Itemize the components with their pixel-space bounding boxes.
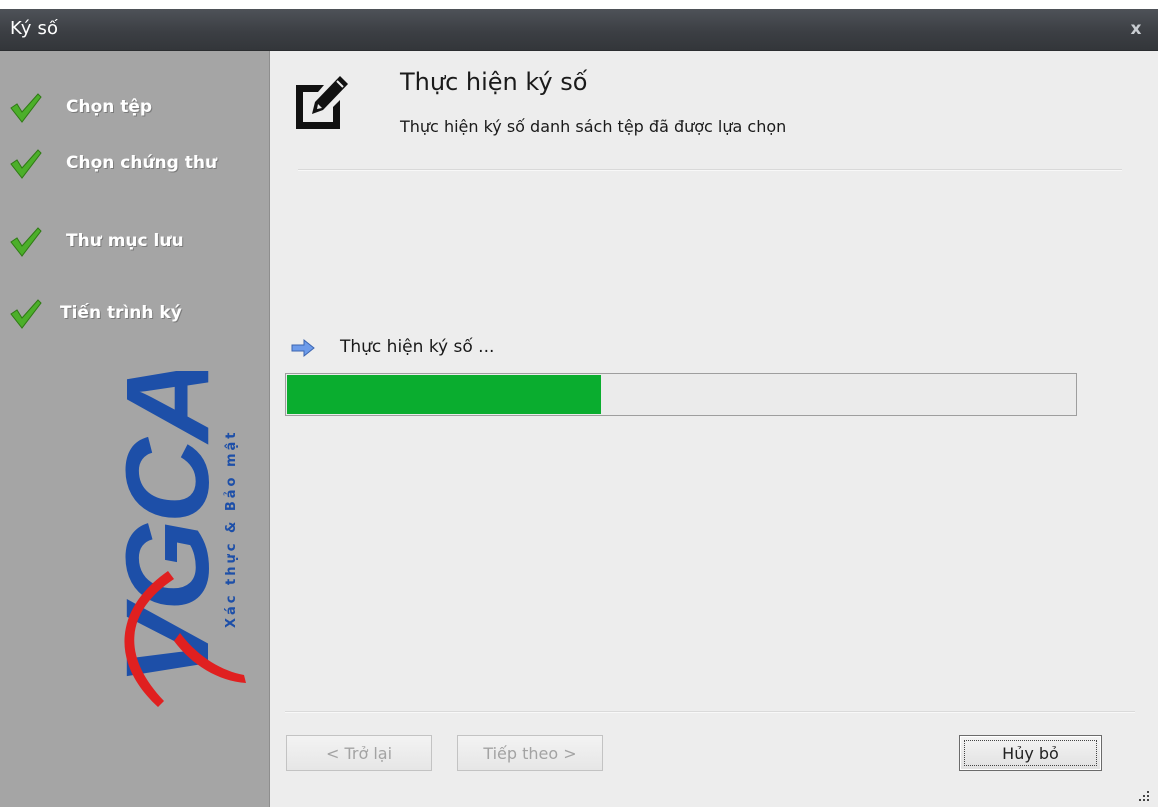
next-button[interactable]: Tiếp theo > [457, 735, 603, 771]
wizard-sidebar: Chọn tệp Chọn chứng thư Thư mục lưu Tiến… [0, 51, 270, 807]
cancel-button-label: Hủy bỏ [1002, 744, 1059, 763]
logo-tagline: Xác thực & Bảo mật [224, 429, 239, 628]
edit-icon [296, 76, 348, 129]
check-icon [10, 299, 42, 329]
step-label: Chọn chứng thư [66, 153, 218, 173]
step-label: Chọn tệp [66, 97, 153, 117]
progress-bar [285, 373, 1077, 416]
step-label: Tiến trình ký [60, 303, 182, 323]
check-icon [10, 149, 42, 179]
arrow-right-icon [291, 338, 315, 358]
vgca-logo: VGCA Xác thực & Bảo mật [118, 371, 246, 707]
window-title: Ký số [10, 18, 59, 39]
resize-grip-icon[interactable] [1136, 789, 1150, 803]
check-icon [10, 93, 42, 123]
cancel-button[interactable]: Hủy bỏ [959, 735, 1102, 771]
step-label: Thư mục lưu [66, 231, 184, 251]
back-button[interactable]: < Trở lại [286, 735, 432, 771]
header-divider [298, 169, 1122, 171]
close-button[interactable]: x [1126, 18, 1146, 40]
footer-divider [285, 711, 1135, 713]
status-text: Thực hiện ký số ... [340, 337, 495, 357]
page-title: Thực hiện ký số [400, 68, 588, 96]
page-subtitle: Thực hiện ký số danh sách tệp đã được lự… [400, 117, 787, 136]
check-icon [10, 227, 42, 257]
main-content: Thực hiện ký số Thực hiện ký số danh sác… [270, 51, 1158, 807]
title-bar[interactable]: Ký số x [0, 9, 1158, 51]
dialog-window: Ký số x Chọn tệp Chọn chứng thư Thư mục … [0, 9, 1158, 807]
progress-fill [287, 375, 601, 414]
